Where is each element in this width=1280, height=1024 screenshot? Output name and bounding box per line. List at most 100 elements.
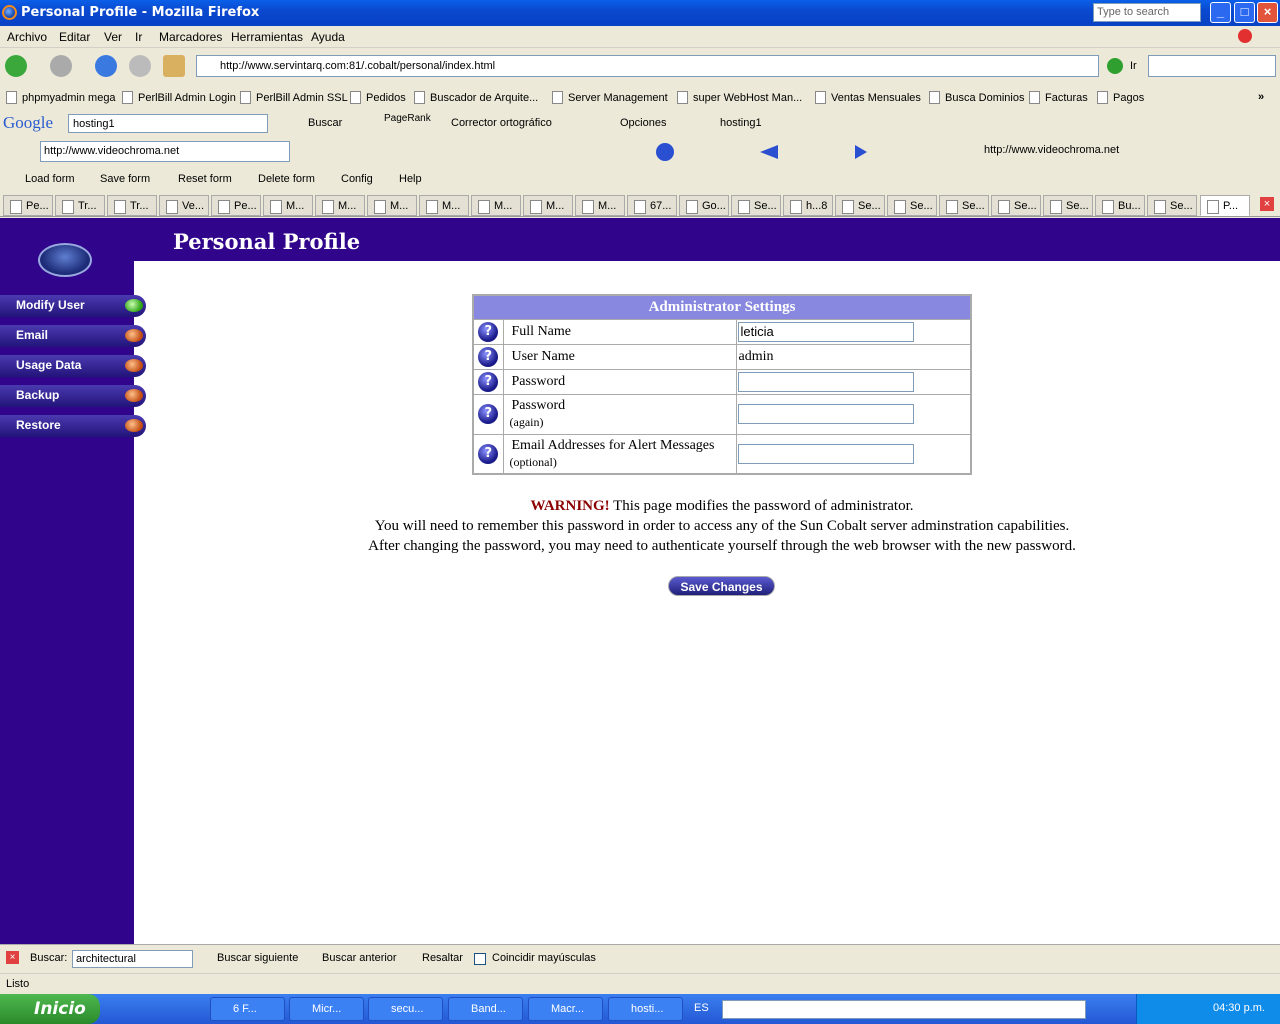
- find-previous-button[interactable]: Buscar anterior: [322, 952, 397, 964]
- delete-form-button[interactable]: Delete form: [258, 173, 315, 185]
- help-icon[interactable]: ?: [478, 443, 499, 464]
- taskbar-search-input[interactable]: [722, 1000, 1086, 1019]
- stop-icon[interactable]: [129, 55, 151, 77]
- password-again-input[interactable]: [737, 404, 914, 424]
- browser-tab[interactable]: Se...: [991, 195, 1041, 216]
- play-icon[interactable]: [855, 145, 867, 159]
- close-button[interactable]: ×: [1257, 2, 1278, 23]
- browser-tab[interactable]: Go...: [679, 195, 729, 216]
- start-button[interactable]: Inicio: [0, 994, 100, 1024]
- bookmark-item[interactable]: super WebHost Man...: [677, 91, 802, 104]
- google-search-input[interactable]: hosting1: [68, 114, 268, 133]
- highlight-term-button[interactable]: hosting1: [720, 117, 762, 129]
- go-icon[interactable]: [1107, 58, 1123, 74]
- help-icon[interactable]: ?: [478, 404, 499, 424]
- menu-herramientas[interactable]: Herramientas: [231, 30, 303, 44]
- browser-tab[interactable]: Se...: [1147, 195, 1197, 216]
- menu-ayuda[interactable]: Ayuda: [311, 30, 345, 44]
- browser-tab[interactable]: M...: [367, 195, 417, 216]
- browser-tab[interactable]: M...: [575, 195, 625, 216]
- password-input[interactable]: [737, 371, 914, 392]
- title-search-input[interactable]: Type to search: [1093, 3, 1201, 22]
- menu-archivo[interactable]: Archivo: [7, 30, 47, 44]
- find-input[interactable]: architectural: [72, 950, 193, 968]
- menu-marcadores[interactable]: Marcadores: [159, 30, 222, 44]
- minimize-button[interactable]: _: [1210, 2, 1231, 23]
- config-button[interactable]: Config: [341, 173, 373, 185]
- sidebar-item-usage-data[interactable]: Usage Data: [0, 355, 146, 377]
- help-icon[interactable]: ?: [478, 321, 499, 342]
- google-search-button[interactable]: Buscar: [308, 117, 342, 129]
- browser-tab[interactable]: Bu...: [1095, 195, 1145, 216]
- sidebar-item-email[interactable]: Email: [0, 325, 146, 347]
- reload-icon[interactable]: [95, 55, 117, 77]
- options-button[interactable]: Opciones: [620, 117, 666, 129]
- help-button[interactable]: Help: [399, 173, 422, 185]
- browser-tab[interactable]: h...8: [783, 195, 833, 216]
- taskbar-item[interactable]: Macr...: [528, 997, 603, 1021]
- sidebar-item-restore[interactable]: Restore: [0, 415, 146, 437]
- browser-tab[interactable]: Se...: [731, 195, 781, 216]
- bookmark-item[interactable]: Busca Dominios: [929, 91, 1024, 104]
- browser-tab[interactable]: M...: [523, 195, 573, 216]
- sidebar-item-modify-user[interactable]: Modify User: [0, 295, 146, 317]
- info-icon[interactable]: [656, 143, 674, 161]
- taskbar-item[interactable]: 6 F...: [210, 997, 285, 1021]
- browser-tab-active[interactable]: P...: [1200, 195, 1250, 216]
- taskbar-item[interactable]: secu...: [368, 997, 443, 1021]
- language-indicator[interactable]: ES: [694, 1002, 709, 1014]
- bookmark-item[interactable]: PerlBill Admin Login: [122, 91, 236, 104]
- browser-tab[interactable]: Se...: [835, 195, 885, 216]
- search-box[interactable]: [1148, 55, 1276, 77]
- email-alerts-input[interactable]: [737, 443, 914, 464]
- bookmark-item[interactable]: Server Management: [552, 91, 668, 104]
- spellcheck-button[interactable]: Corrector ortográfico: [451, 117, 552, 129]
- load-form-button[interactable]: Load form: [25, 173, 75, 185]
- bookmark-item[interactable]: phpmyadmin mega: [6, 91, 116, 104]
- help-icon[interactable]: ?: [478, 346, 499, 367]
- browser-tab[interactable]: M...: [471, 195, 521, 216]
- browser-tab[interactable]: M...: [263, 195, 313, 216]
- toolbar-url-input[interactable]: http://www.videochroma.net: [40, 141, 290, 162]
- highlight-button[interactable]: Resaltar: [422, 952, 463, 964]
- maximize-button[interactable]: □: [1234, 2, 1255, 23]
- bookmark-item[interactable]: Pagos: [1097, 91, 1144, 104]
- taskbar-item[interactable]: Band...: [448, 997, 523, 1021]
- taskbar-item[interactable]: hosti...: [608, 997, 683, 1021]
- toolbar-link[interactable]: http://www.videochroma.net: [984, 144, 1119, 156]
- find-next-button[interactable]: Buscar siguiente: [217, 952, 298, 964]
- menu-ver[interactable]: Ver: [104, 30, 122, 44]
- close-find-icon[interactable]: ×: [6, 951, 19, 964]
- menu-editar[interactable]: Editar: [59, 30, 90, 44]
- bookmark-item[interactable]: Buscador de Arquite...: [414, 91, 538, 104]
- save-form-button[interactable]: Save form: [100, 173, 150, 185]
- bookmarks-overflow-icon[interactable]: »: [1258, 91, 1264, 103]
- taskbar-item[interactable]: Micr...: [289, 997, 364, 1021]
- bookmark-item[interactable]: Facturas: [1029, 91, 1088, 104]
- close-tab-icon[interactable]: ×: [1260, 197, 1274, 211]
- go-button[interactable]: Ir: [1130, 60, 1137, 72]
- rewind-icon[interactable]: [760, 145, 778, 159]
- full-name-input[interactable]: leticia: [737, 321, 914, 342]
- back-icon[interactable]: [5, 55, 27, 77]
- menu-ir[interactable]: Ir: [135, 30, 142, 44]
- sidebar-item-backup[interactable]: Backup: [0, 385, 146, 407]
- home-icon[interactable]: [163, 55, 185, 77]
- forward-icon[interactable]: [50, 55, 72, 77]
- browser-tab[interactable]: M...: [315, 195, 365, 216]
- match-case-checkbox[interactable]: [474, 953, 486, 965]
- bookmark-item[interactable]: PerlBill Admin SSL: [240, 91, 348, 104]
- stop-download-icon[interactable]: [1238, 29, 1252, 43]
- browser-tab[interactable]: Tr...: [55, 195, 105, 216]
- browser-tab[interactable]: M...: [419, 195, 469, 216]
- google-logo[interactable]: Google: [3, 113, 53, 133]
- help-icon[interactable]: ?: [478, 371, 499, 392]
- browser-tab[interactable]: 67...: [627, 195, 677, 216]
- reset-form-button[interactable]: Reset form: [178, 173, 232, 185]
- browser-tab[interactable]: Se...: [887, 195, 937, 216]
- bookmark-item[interactable]: Ventas Mensuales: [815, 91, 921, 104]
- browser-tab[interactable]: Tr...: [107, 195, 157, 216]
- url-input[interactable]: http://www.servintarq.com:81/.cobalt/per…: [196, 55, 1099, 77]
- browser-tab[interactable]: Ve...: [159, 195, 209, 216]
- browser-tab[interactable]: Pe...: [3, 195, 53, 216]
